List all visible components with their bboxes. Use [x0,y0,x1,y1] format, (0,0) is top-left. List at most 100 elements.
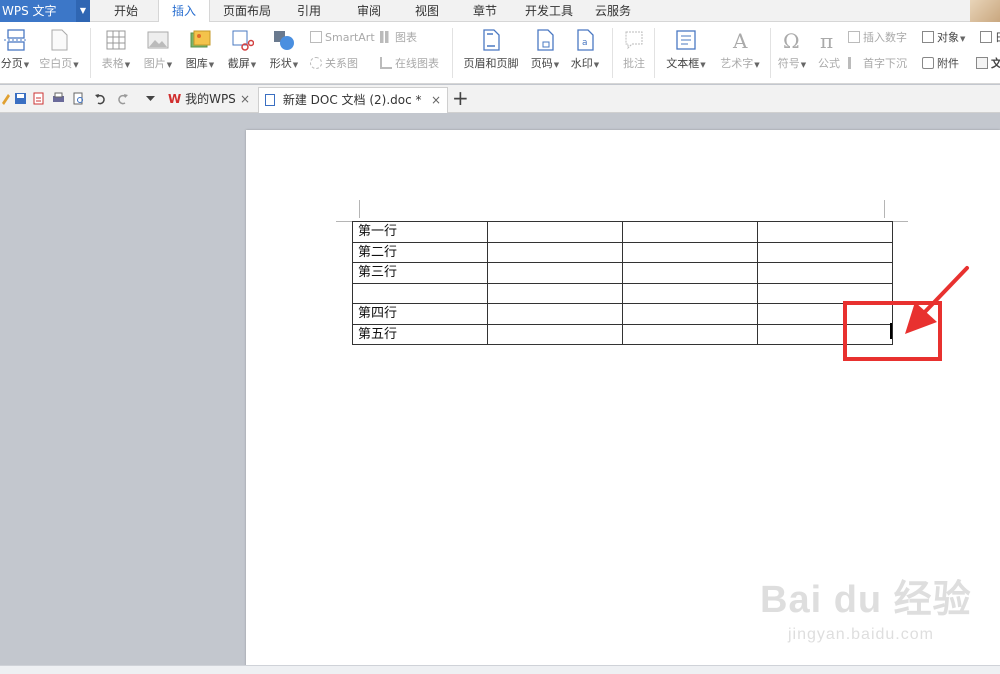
textbox-button[interactable]: 文本框▼ [660,28,712,71]
tab-insert[interactable]: 插入 [158,0,210,23]
tab-review[interactable]: 审阅 [346,0,392,22]
chart-icon [380,31,392,43]
screenshot-button[interactable]: 截屏▼ [222,28,262,71]
tab-developer[interactable]: 开发工具 [520,0,578,22]
table-cell[interactable] [622,323,758,345]
watermark-button[interactable]: a 水印▼ [566,28,604,71]
object-icon [922,31,934,43]
document-table[interactable]: 第一行 第二行 第三行第四行 第五行 [352,221,893,345]
header-footer-label: 页眉和页脚 [463,57,519,70]
object-button[interactable]: 对象▼ [922,30,965,46]
relation-button[interactable]: 关系图 [310,56,358,72]
attachment-button[interactable]: 附件 [922,56,959,72]
avatar[interactable] [970,0,1000,22]
comment-button[interactable]: 批注 [616,28,652,71]
tab-document[interactable]: 新建 DOC 文档 (2).doc * × [258,87,448,113]
table-cell[interactable] [622,241,758,263]
svg-text:Ω: Ω [783,29,800,52]
table-button[interactable]: 表格▼ [96,28,136,71]
picture-button[interactable]: 图片▼ [138,28,178,71]
text-file-button[interactable]: 文 [976,56,1000,72]
date-button[interactable]: 日 [980,30,1000,46]
tab-references[interactable]: 引用 [286,0,332,22]
header-footer-button[interactable]: 页眉和页脚 [458,28,524,71]
app-menu-button[interactable]: WPS 文字 ▼ [0,0,90,22]
symbol-label: 符号 [777,57,800,70]
svg-text:π: π [820,29,833,52]
ribbon-divider [654,28,655,78]
blank-page-button[interactable]: 空白页▼ [34,28,84,71]
menu-bar: WPS 文字 ▼ 开始 插入 页面布局 引用 审阅 视图 章节 开发工具 云服务 [0,0,1000,23]
redo-icon[interactable] [116,92,129,105]
gallery-label: 图库 [185,57,208,70]
page-break-button[interactable]: 分页▼ [0,28,30,71]
table-cell[interactable]: 第一行 [352,221,488,243]
online-chart-button[interactable]: 在线图表 [380,56,439,72]
tab-cloud[interactable]: 云服务 [588,0,638,22]
tab-page-layout[interactable]: 页面布局 [218,0,276,22]
customize-dropdown-icon[interactable] [144,92,157,105]
table-cell[interactable] [757,241,893,263]
table-cell[interactable]: 第三行 [352,262,488,284]
close-icon[interactable]: × [431,88,441,112]
formula-button[interactable]: π 公式 [812,28,846,71]
close-icon[interactable]: × [240,87,250,111]
table-cell[interactable] [757,262,893,284]
print-icon[interactable] [52,92,65,105]
wordart-button[interactable]: A 艺术字▼ [714,28,766,71]
symbol-button[interactable]: Ω 符号▼ [774,28,810,71]
table-cell[interactable] [622,262,758,284]
table-cell[interactable] [622,282,758,304]
table-cell[interactable] [622,303,758,325]
tab-view[interactable]: 视图 [404,0,450,22]
insert-number-button[interactable]: 插入数字 [848,30,907,46]
save-icon[interactable] [14,92,27,105]
wps-logo-icon: W [168,92,182,106]
table-cell[interactable] [487,262,623,284]
smartart-label: SmartArt [325,31,375,44]
drop-cap-icon [848,57,860,69]
picture-icon [147,31,169,49]
tab-chapter[interactable]: 章节 [462,0,508,22]
table-cell[interactable] [487,241,623,263]
table-cell[interactable] [487,323,623,345]
paperclip-icon [922,57,934,69]
table-row: 第四行 [352,303,893,325]
app-menu-dropdown-icon[interactable]: ▼ [76,0,90,22]
tab-start[interactable]: 开始 [100,0,152,22]
number-icon [848,31,860,43]
table-cell[interactable]: 第四行 [352,303,488,325]
tab-document-label: 新建 DOC 文档 (2).doc * [282,93,422,107]
undo-icon[interactable] [94,92,107,105]
page-number-button[interactable]: 页码▼ [526,28,564,71]
tab-my-wps[interactable]: W 我的WPS × [162,87,256,113]
gallery-button[interactable]: 图库▼ [180,28,220,71]
app-title: WPS 文字 [2,4,57,18]
svg-text:A: A [732,29,748,52]
new-icon[interactable] [0,92,13,105]
add-tab-button[interactable]: + [452,86,469,110]
blank-page-label: 空白页 [39,57,73,70]
crop-mark [359,200,360,218]
smartart-button[interactable]: SmartArt [310,30,375,46]
table-cell[interactable] [487,282,623,304]
print-preview-icon[interactable] [72,92,85,105]
textbox-icon [676,30,696,50]
watermark-icon: a [577,29,594,51]
export-pdf-icon[interactable] [32,92,45,105]
drop-cap-button[interactable]: 首字下沉 [848,56,907,72]
shapes-button[interactable]: 形状▼ [264,28,304,71]
table-row: 第一行 [352,221,893,243]
table-cell[interactable] [757,221,893,243]
chart-button[interactable]: 图表 [380,30,417,46]
baidu-watermark: Bai du 经验 jingyan.baidu.com [760,568,990,650]
table-cell[interactable]: 第五行 [352,323,488,345]
table-cell[interactable] [352,282,488,304]
table-cell[interactable] [487,221,623,243]
table-cell[interactable] [622,221,758,243]
table-cell[interactable]: 第二行 [352,241,488,263]
annotation-arrow-icon [905,266,969,334]
table-row: 第五行 [352,323,893,345]
table-cell[interactable] [487,303,623,325]
page-break-label: 分页 [0,57,23,70]
